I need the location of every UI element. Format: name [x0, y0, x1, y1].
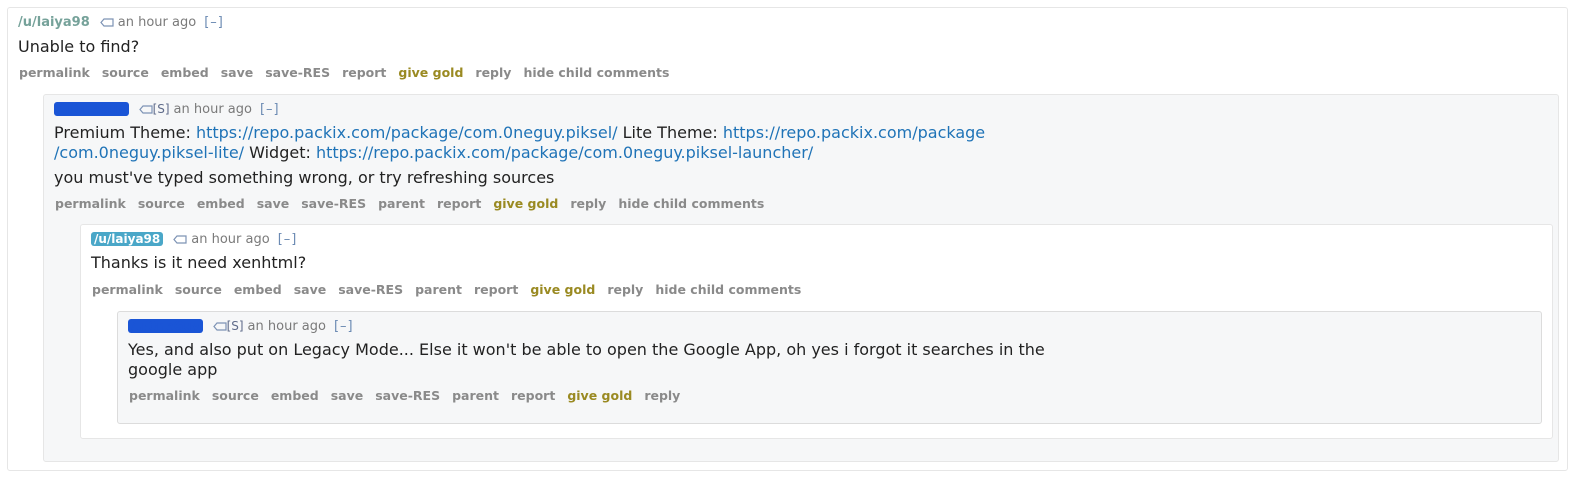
- body-line: you must've typed something wrong, or tr…: [54, 168, 555, 187]
- comment-actions: permalink source embed save save-RES rep…: [19, 65, 681, 80]
- source-button[interactable]: source: [102, 65, 149, 80]
- comment-tagline: /u/laiya98 an hour ago [–]: [18, 14, 224, 30]
- permalink-button[interactable]: permalink: [92, 282, 163, 297]
- save-res-button[interactable]: save-RES: [375, 388, 440, 403]
- timestamp: an hour ago: [117, 14, 197, 30]
- body-text: Lite Theme:: [617, 123, 723, 142]
- parent-button[interactable]: parent: [415, 282, 462, 297]
- comment-laiya98-2: /u/laiya98 an hour ago [–] Thanks is it …: [80, 224, 1553, 439]
- author-link[interactable]: /u/0neGuy: [128, 319, 203, 333]
- source-button[interactable]: source: [138, 196, 185, 211]
- comment-actions: permalink source embed save save-RES par…: [55, 196, 776, 211]
- user-tag-icon[interactable]: [138, 104, 153, 114]
- comment-actions: permalink source embed save save-RES par…: [129, 388, 692, 403]
- comment-actions: permalink source embed save save-RES par…: [92, 282, 813, 297]
- body-line: Premium Theme: https://repo.packix.com/p…: [54, 123, 1054, 143]
- comment-tagline: /u/0neGuy [S] an hour ago [–]: [128, 318, 354, 334]
- parent-button[interactable]: parent: [452, 388, 499, 403]
- timestamp: an hour ago: [247, 318, 326, 334]
- widget-link[interactable]: https://repo.packix.com/package/com.0neg…: [316, 143, 813, 162]
- reply-button[interactable]: reply: [475, 65, 511, 80]
- comment-0neguy-1: /u/0neGuy [S] an hour ago [–] Premium Th…: [43, 94, 1559, 462]
- timestamp: an hour ago: [191, 231, 270, 247]
- embed-button[interactable]: embed: [161, 65, 209, 80]
- save-res-button[interactable]: save-RES: [301, 196, 366, 211]
- permalink-button[interactable]: permalink: [19, 65, 90, 80]
- comment-tagline: /u/0neGuy [S] an hour ago [–]: [54, 101, 280, 117]
- comment-body: Yes, and also put on Legacy Mode... Else…: [128, 340, 1088, 380]
- submitter-badge: [S]: [152, 102, 170, 116]
- source-button[interactable]: source: [175, 282, 222, 297]
- embed-button[interactable]: embed: [197, 196, 245, 211]
- give-gold-button[interactable]: give gold: [530, 282, 595, 297]
- collapse-toggle[interactable]: [–]: [204, 15, 224, 30]
- collapse-toggle[interactable]: [–]: [334, 319, 354, 334]
- timestamp: an hour ago: [173, 101, 252, 117]
- hide-child-comments-button[interactable]: hide child comments: [523, 65, 669, 80]
- give-gold-button[interactable]: give gold: [398, 65, 463, 80]
- hide-child-comments-button[interactable]: hide child comments: [618, 196, 764, 211]
- collapse-toggle[interactable]: [–]: [278, 232, 298, 247]
- hide-child-comments-button[interactable]: hide child comments: [655, 282, 801, 297]
- author-link[interactable]: /u/0neGuy: [54, 102, 129, 116]
- permalink-button[interactable]: permalink: [129, 388, 200, 403]
- comment-0neguy-3: /u/0neGuy [S] an hour ago [–] Yes, and a…: [117, 311, 1542, 424]
- save-res-button[interactable]: save-RES: [338, 282, 403, 297]
- report-button[interactable]: report: [437, 196, 481, 211]
- give-gold-button[interactable]: give gold: [567, 388, 632, 403]
- comment-body: Unable to find?: [18, 37, 140, 56]
- user-tag-icon[interactable]: [212, 321, 227, 331]
- parent-button[interactable]: parent: [378, 196, 425, 211]
- body-text: Widget:: [244, 143, 316, 162]
- comment-body: Thanks is it need xenhtml?: [91, 253, 307, 272]
- submitter-badge: [S]: [226, 319, 244, 333]
- report-button[interactable]: report: [474, 282, 518, 297]
- save-button[interactable]: save: [331, 388, 364, 403]
- user-tag-icon[interactable]: [173, 234, 187, 244]
- give-gold-button[interactable]: give gold: [493, 196, 558, 211]
- body-line: google app: [128, 360, 218, 379]
- author-link[interactable]: /u/laiya98: [18, 15, 90, 30]
- embed-button[interactable]: embed: [234, 282, 282, 297]
- save-button[interactable]: save: [221, 65, 254, 80]
- lite-theme-link[interactable]: https://repo.packix.com/package: [723, 123, 985, 142]
- source-button[interactable]: source: [212, 388, 259, 403]
- lite-theme-link-continued[interactable]: /com.0neguy.piksel-lite/: [54, 143, 244, 162]
- author-link[interactable]: /u/laiya98: [91, 232, 164, 246]
- comment-tagline: /u/laiya98 an hour ago [–]: [91, 231, 297, 247]
- save-res-button[interactable]: save-RES: [265, 65, 330, 80]
- body-text: Premium Theme:: [54, 123, 196, 142]
- embed-button[interactable]: embed: [271, 388, 319, 403]
- user-tag-icon[interactable]: [99, 17, 114, 27]
- collapse-toggle[interactable]: [–]: [260, 102, 280, 117]
- reply-button[interactable]: reply: [570, 196, 606, 211]
- save-button[interactable]: save: [257, 196, 290, 211]
- reply-button[interactable]: reply: [644, 388, 680, 403]
- comment-body: Premium Theme: https://repo.packix.com/p…: [54, 123, 1054, 188]
- report-button[interactable]: report: [511, 388, 555, 403]
- comment-laiya98-root: /u/laiya98 an hour ago [–] Unable to fin…: [7, 7, 1568, 471]
- body-line: Yes, and also put on Legacy Mode... Else…: [128, 340, 1045, 359]
- permalink-button[interactable]: permalink: [55, 196, 126, 211]
- body-line: /com.0neguy.piksel-lite/ Widget: https:/…: [54, 143, 1054, 163]
- premium-theme-link[interactable]: https://repo.packix.com/package/com.0neg…: [196, 123, 618, 142]
- reply-button[interactable]: reply: [607, 282, 643, 297]
- save-button[interactable]: save: [294, 282, 327, 297]
- report-button[interactable]: report: [342, 65, 386, 80]
